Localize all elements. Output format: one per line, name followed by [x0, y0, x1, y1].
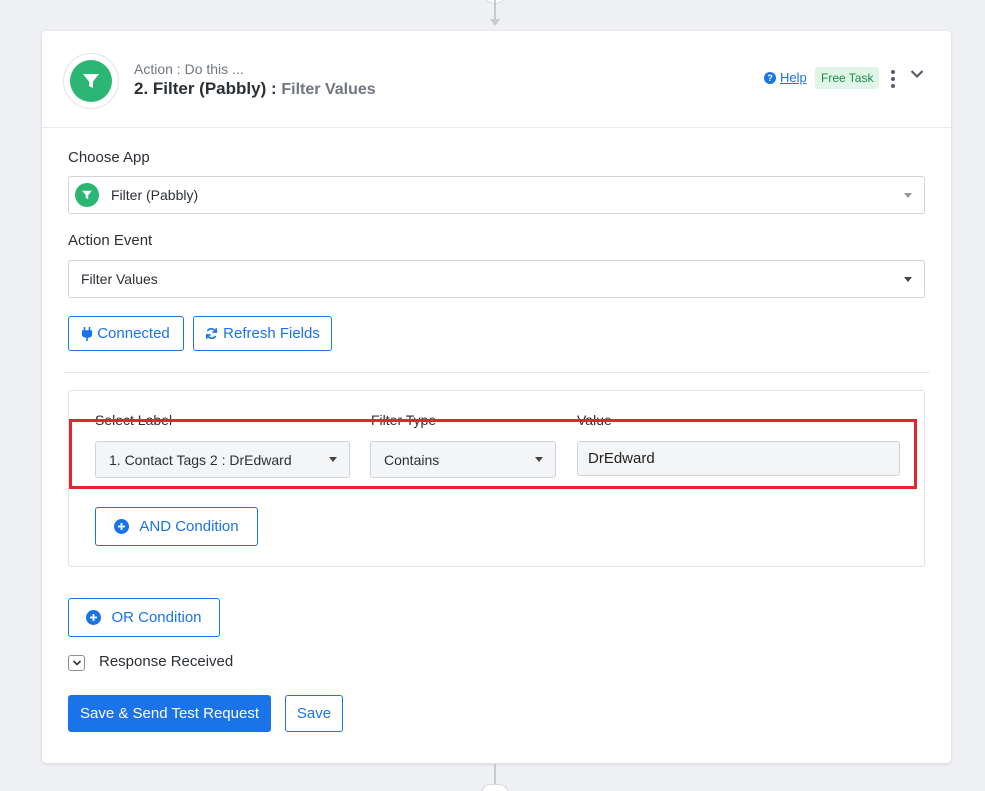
more-options-icon[interactable] — [890, 70, 896, 88]
refresh-fields-button[interactable]: Refresh Fields — [193, 316, 332, 351]
plus-circle-icon — [86, 610, 102, 625]
connected-button[interactable]: Connected — [68, 316, 184, 351]
and-condition-button[interactable]: AND Condition — [95, 507, 258, 546]
action-event-select[interactable]: Filter Values — [68, 260, 925, 298]
help-link[interactable]: ? Help — [764, 70, 807, 85]
step-title: 2. Filter (Pabbly) : Filter Values — [134, 79, 376, 99]
funnel-icon — [82, 190, 92, 200]
caret-down-icon — [904, 193, 912, 198]
check-chevron-icon — [72, 660, 81, 666]
save-button[interactable]: Save — [285, 695, 343, 732]
filter-app-logo — [70, 60, 112, 102]
app-logo-ring — [63, 53, 119, 109]
choose-app-value: Filter (Pabbly) — [111, 187, 199, 203]
refresh-fields-label: Refresh Fields — [223, 325, 320, 342]
step-title-event: Filter Values — [281, 81, 376, 98]
help-label: Help — [780, 70, 807, 85]
connector-node-bottom — [481, 784, 509, 791]
response-received-label: Response Received — [99, 653, 234, 670]
filter-condition-group: Select Label Filter Type Value 1. Contac… — [68, 390, 925, 567]
choose-app-label: Choose App — [68, 149, 150, 166]
step-header[interactable]: Action : Do this ... 2. Filter (Pabbly) … — [42, 31, 951, 128]
action-event-label: Action Event — [68, 232, 153, 249]
action-event-value: Filter Values — [81, 271, 158, 287]
filter-app-mini-logo — [75, 183, 99, 207]
or-condition-label: OR Condition — [111, 609, 202, 626]
response-received-toggle[interactable] — [68, 655, 85, 671]
connected-label: Connected — [97, 325, 170, 342]
caret-down-icon — [904, 277, 912, 282]
funnel-icon — [83, 74, 99, 88]
chevron-down-icon[interactable] — [910, 69, 924, 79]
free-task-badge: Free Task — [815, 67, 880, 89]
plug-icon — [82, 326, 93, 341]
step-caption: Action : Do this ... — [134, 61, 244, 77]
save-send-test-button[interactable]: Save & Send Test Request — [68, 695, 271, 732]
connector-arrow-icon — [490, 19, 500, 26]
refresh-icon — [206, 328, 218, 339]
help-icon: ? — [764, 71, 776, 84]
step-title-app: 2. Filter (Pabbly) : — [134, 79, 277, 98]
choose-app-select[interactable]: Filter (Pabbly) — [68, 176, 925, 214]
highlight-box — [69, 419, 917, 489]
plus-circle-icon — [114, 519, 130, 534]
or-condition-button[interactable]: OR Condition — [68, 598, 220, 637]
action-step-card: Action : Do this ... 2. Filter (Pabbly) … — [42, 31, 951, 763]
section-divider — [64, 372, 930, 373]
and-condition-label: AND Condition — [139, 518, 239, 535]
